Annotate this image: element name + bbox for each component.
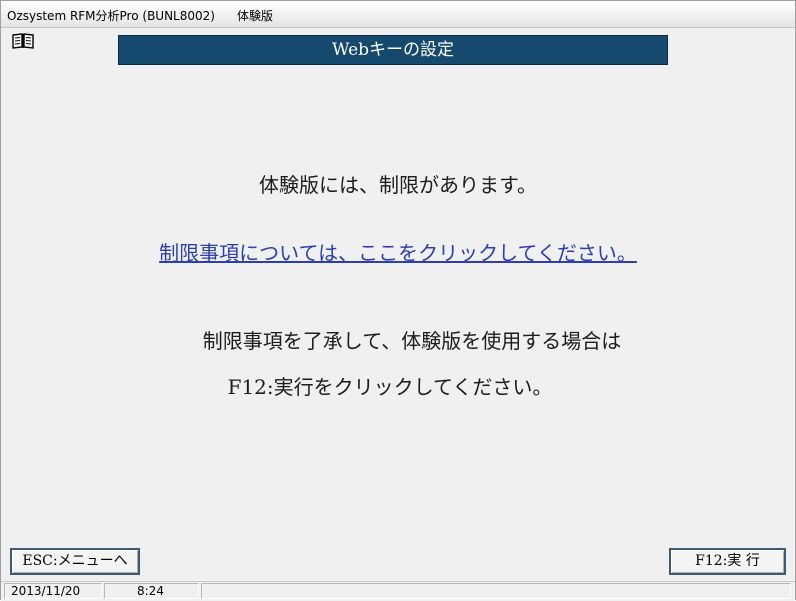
title-bar: Ozsystem RFM分析Pro (BUNL8002) 体験版 — [1, 1, 795, 28]
open-book-icon[interactable] — [11, 32, 35, 50]
app-window: Ozsystem RFM分析Pro (BUNL8002) 体験版 Webキーの設… — [0, 0, 796, 601]
accept-notice: 制限事項を了承して、体験版を使用する場合は — [202, 329, 622, 353]
edition-label: 体験版 — [237, 9, 274, 23]
restrictions-link-row: 制限事項については、ここをクリックしてください。 — [1, 237, 795, 266]
status-date: 2013/11/20 — [4, 583, 102, 599]
status-panel — [201, 583, 791, 599]
status-bar: 2013/11/20 8:24 — [1, 581, 795, 601]
f12-instruction: F12:実行をクリックしてください。 — [227, 375, 553, 399]
app-title: Ozsystem RFM分析Pro (BUNL8002) — [7, 9, 215, 23]
limit-notice: 体験版には、制限があります。 — [259, 173, 537, 197]
restrictions-link[interactable]: 制限事項については、ここをクリックしてください。 — [159, 241, 637, 265]
status-time: 8:24 — [104, 583, 199, 599]
page-title: Webキーの設定 — [118, 35, 668, 65]
f12-execute-button[interactable]: F12:実 行 — [669, 548, 786, 575]
esc-menu-button[interactable]: ESC:メニューへ — [10, 548, 140, 575]
